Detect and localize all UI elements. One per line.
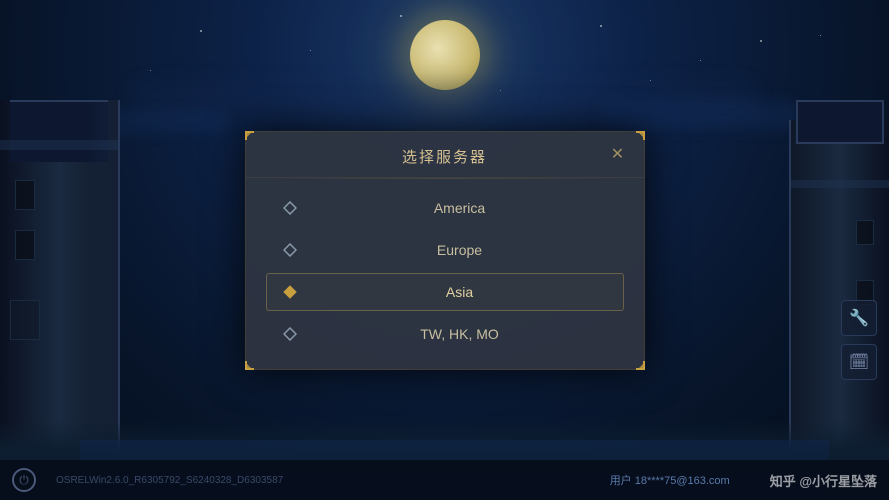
corner-bottom-left: [244, 351, 264, 371]
dialog-title: 选择服务器: [402, 149, 487, 166]
user-info: 用户 18****75@163.com: [610, 472, 730, 488]
power-button[interactable]: ⏻: [12, 468, 36, 492]
corner-bottom-right: [626, 351, 646, 371]
diamond-icon-twhkmo: [283, 327, 297, 341]
diamond-icon-america: [283, 201, 297, 215]
server-label-asia: Asia: [313, 284, 607, 300]
version-text: OSRELWin2.6.0_R6305792_S6240328_D6303587: [56, 475, 283, 486]
server-item-america[interactable]: America: [266, 189, 624, 227]
server-item-europe[interactable]: Europe: [266, 231, 624, 269]
server-select-dialog: 选择服务器 ✕ America Europe: [245, 131, 645, 370]
watermark: 知乎 @小行星坠落: [770, 471, 877, 490]
modal-overlay: 选择服务器 ✕ America Europe: [0, 0, 889, 500]
server-label-europe: Europe: [313, 242, 607, 258]
server-item-twhkmo[interactable]: TW, HK, MO: [266, 315, 624, 353]
server-label-america: America: [313, 200, 607, 216]
server-item-asia[interactable]: Asia: [266, 273, 624, 311]
server-list: America Europe Asia TW,: [246, 179, 644, 369]
diamond-icon-europe: [283, 243, 297, 257]
diamond-icon-asia: [283, 285, 297, 299]
bottom-bar: ⏻ OSRELWin2.6.0_R6305792_S6240328_D63035…: [0, 460, 889, 500]
close-button[interactable]: ✕: [606, 142, 630, 166]
server-label-twhkmo: TW, HK, MO: [313, 326, 607, 342]
dialog-header: 选择服务器 ✕: [246, 132, 644, 178]
